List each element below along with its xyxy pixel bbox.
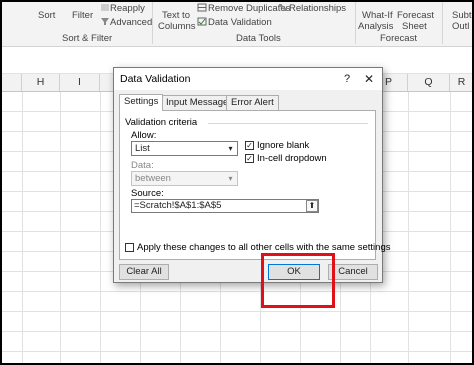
group-data-tools: Data Tools (236, 33, 281, 44)
relationships-icon (279, 4, 287, 11)
text-to-columns-label-1[interactable]: Text to (162, 10, 190, 21)
in-cell-dropdown-label[interactable]: In-cell dropdown (257, 153, 327, 164)
data-validation-icon (197, 17, 207, 26)
forecast-sheet-label-1[interactable]: Forecast (397, 10, 434, 21)
criteria-divider (208, 123, 368, 124)
group-sort-filter: Sort & Filter (62, 33, 113, 44)
group-forecast: Forecast (380, 33, 417, 44)
column-header-r[interactable]: R (450, 74, 474, 91)
dialog-title: Data Validation (120, 73, 191, 85)
advanced-button[interactable]: Advanced (110, 17, 152, 28)
advanced-icon (101, 18, 109, 25)
chevron-down-icon: ▾ (228, 144, 233, 153)
chevron-down-icon: ▾ (228, 174, 233, 183)
tab-error-alert[interactable]: Error Alert (226, 95, 279, 110)
relationships-button[interactable]: Relationships (289, 3, 346, 14)
remove-duplicates-icon (197, 3, 207, 12)
in-cell-dropdown-checkbox[interactable]: ✓ (245, 154, 254, 163)
grid-line (22, 92, 23, 365)
data-select: between ▾ (131, 171, 238, 186)
select-all-corner[interactable] (0, 74, 22, 91)
ribbon-separator (152, 2, 153, 44)
column-header-i[interactable]: I (60, 74, 100, 91)
forecast-sheet-label-2[interactable]: Sheet (402, 21, 427, 32)
tab-input-message[interactable]: Input Message (161, 95, 234, 110)
grid-line (408, 92, 409, 365)
clear-all-button[interactable]: Clear All (119, 264, 169, 280)
filter-button[interactable]: Filter (72, 10, 93, 21)
ok-highlight-box (261, 253, 335, 308)
source-label: Source: (131, 188, 164, 199)
ribbon: Sort Filter Reapply Advanced Text to Col… (0, 0, 474, 47)
data-value: between (135, 173, 171, 184)
criteria-title: Validation criteria (125, 117, 198, 128)
apply-all-label[interactable]: Apply these changes to all other cells w… (137, 242, 390, 253)
close-icon[interactable]: ✕ (362, 71, 376, 87)
data-validation-button[interactable]: Data Validation (208, 17, 272, 28)
tab-settings[interactable]: Settings (119, 94, 164, 111)
whatif-label-2[interactable]: Analysis (358, 21, 393, 32)
grid-line (450, 92, 451, 365)
dialog-titlebar[interactable]: Data Validation ? ✕ (114, 68, 382, 90)
reapply-button[interactable]: Reapply (110, 3, 145, 14)
apply-all-checkbox[interactable] (125, 243, 134, 252)
data-label: Data: (131, 160, 154, 171)
source-input[interactable]: =Scratch!$A$1:$A$5 (131, 199, 319, 213)
column-header-q[interactable]: Q (408, 74, 450, 91)
ribbon-separator (355, 2, 356, 44)
ribbon-separator (442, 2, 443, 44)
column-header-h[interactable]: H (22, 74, 60, 91)
ignore-blank-label[interactable]: Ignore blank (257, 140, 309, 151)
settings-panel: Validation criteria Allow: List ▾ ✓ Igno… (119, 110, 390, 260)
text-to-columns-label-2[interactable]: Columns (158, 21, 196, 32)
reapply-icon (101, 4, 109, 11)
help-icon[interactable]: ? (340, 71, 354, 87)
allow-select[interactable]: List ▾ (131, 141, 238, 156)
whatif-label-1[interactable]: What-If (362, 10, 393, 21)
outline-label[interactable]: Outl (452, 21, 469, 32)
grid-line (60, 92, 61, 365)
grid-line (100, 92, 101, 365)
ignore-blank-checkbox[interactable]: ✓ (245, 141, 254, 150)
allow-label: Allow: (131, 130, 157, 141)
allow-value: List (135, 143, 150, 154)
data-validation-dialog: Data Validation ? ✕ Settings Input Messa… (113, 67, 390, 283)
subtotal-label-1[interactable]: Subto (452, 10, 474, 21)
sort-button[interactable]: Sort (38, 10, 55, 21)
cancel-button[interactable]: Cancel (328, 264, 378, 280)
collapse-dialog-icon[interactable]: ⬆ (306, 200, 318, 212)
